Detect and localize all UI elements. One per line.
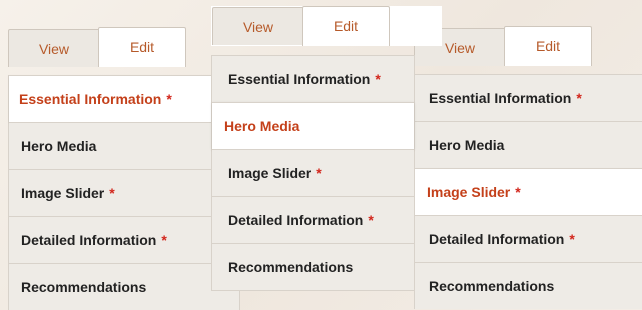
menu-item-label: Essential Information	[429, 90, 572, 106]
required-marker: *	[316, 165, 322, 181]
tab-view[interactable]: View	[212, 7, 304, 45]
menu-item-hero-media[interactable]: Hero Media	[9, 122, 239, 169]
menu-item-image-slider[interactable]: Image Slider *	[9, 169, 239, 216]
required-marker: *	[166, 91, 172, 107]
menu-item-detailed-information[interactable]: Detailed Information *	[212, 196, 414, 243]
menu-item-label: Recommendations	[21, 279, 147, 295]
menu-item-label: Essential Information	[19, 91, 162, 107]
edit-panel-2: View Edit Essential Information * Hero Me…	[211, 6, 415, 292]
menu-item-label: Image Slider	[21, 185, 105, 201]
tab-view[interactable]: View	[8, 29, 100, 67]
section-menu: Essential Information * Hero Media Image …	[414, 74, 642, 309]
menu-item-label: Image Slider	[427, 184, 511, 200]
edit-panel-3: View Edit Essential Information * Hero Me…	[414, 26, 642, 310]
menu-item-recommendations[interactable]: Recommendations	[9, 263, 239, 310]
tab-edit[interactable]: Edit	[302, 6, 390, 46]
menu-item-label: Recommendations	[429, 278, 555, 294]
menu-item-label: Detailed Information	[21, 232, 157, 248]
menu-item-label: Hero Media	[224, 118, 300, 134]
menu-item-label: Recommendations	[228, 259, 354, 275]
menu-item-hero-media[interactable]: Hero Media	[415, 121, 642, 168]
required-marker: *	[375, 71, 381, 87]
menu-item-recommendations[interactable]: Recommendations	[212, 243, 414, 290]
menu-item-label: Image Slider	[228, 165, 312, 181]
menu-item-label: Detailed Information	[228, 212, 364, 228]
tab-edit[interactable]: Edit	[98, 27, 186, 67]
menu-item-detailed-information[interactable]: Detailed Information *	[415, 215, 642, 262]
required-marker: *	[109, 185, 115, 201]
menu-item-label: Hero Media	[429, 137, 505, 153]
required-marker: *	[576, 90, 582, 106]
tab-edit[interactable]: Edit	[504, 26, 592, 66]
menu-item-hero-media[interactable]: Hero Media	[212, 102, 414, 149]
menu-item-essential-information[interactable]: Essential Information *	[9, 75, 239, 122]
menu-item-essential-information[interactable]: Essential Information *	[415, 74, 642, 121]
menu-item-image-slider[interactable]: Image Slider *	[415, 168, 642, 215]
required-marker: *	[569, 231, 575, 247]
edit-panel-1: View Edit Essential Information * Hero Me…	[8, 27, 240, 310]
menu-item-essential-information[interactable]: Essential Information *	[212, 55, 414, 102]
menu-item-image-slider[interactable]: Image Slider *	[212, 149, 414, 196]
menu-item-recommendations[interactable]: Recommendations	[415, 262, 642, 309]
menu-item-detailed-information[interactable]: Detailed Information *	[9, 216, 239, 263]
section-menu: Essential Information * Hero Media Image …	[8, 75, 240, 310]
menu-item-label: Detailed Information	[429, 231, 565, 247]
required-marker: *	[368, 212, 374, 228]
required-marker: *	[515, 184, 521, 200]
menu-item-label: Essential Information	[228, 71, 371, 87]
required-marker: *	[161, 232, 167, 248]
section-menu: Essential Information * Hero Media Image …	[211, 55, 415, 291]
menu-item-label: Hero Media	[21, 138, 97, 154]
